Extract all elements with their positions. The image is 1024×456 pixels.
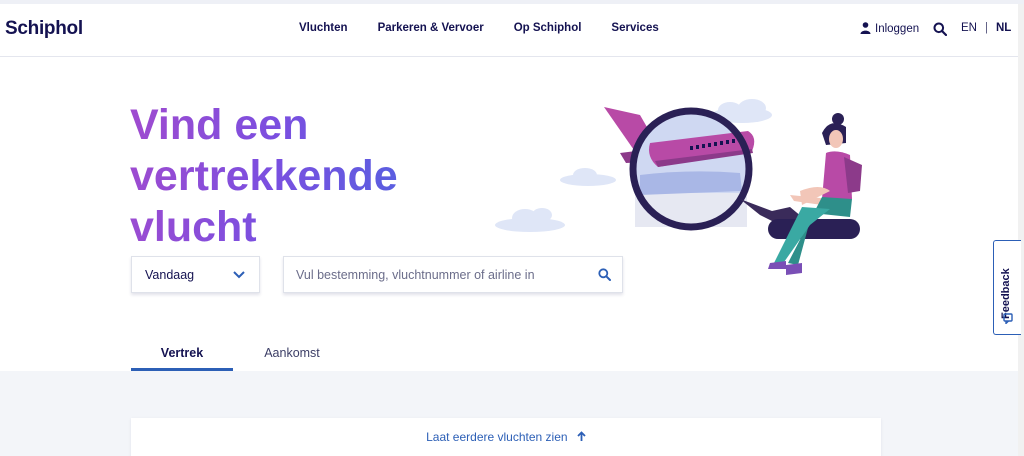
login-label: Inloggen xyxy=(875,22,920,35)
nav-item-parkeren-vervoer[interactable]: Parkeren & Vervoer xyxy=(378,22,484,34)
feedback-tab[interactable]: Feedback xyxy=(993,240,1021,335)
lang-separator: | xyxy=(984,22,988,34)
hero-title-line-3: vlucht xyxy=(130,203,257,251)
search-icon xyxy=(933,22,948,37)
earlier-flights-card: Laat eerdere vluchten zien xyxy=(131,418,881,456)
date-dropdown-value: Vandaag xyxy=(145,267,195,282)
site-header: Schiphol Vluchten Parkeren & Vervoer Op … xyxy=(0,4,1024,57)
schiphol-logo[interactable]: Schiphol xyxy=(5,18,83,40)
chevron-down-icon xyxy=(233,271,245,279)
arrow-up-icon xyxy=(577,431,586,441)
main-nav: Vluchten Parkeren & Vervoer Op Schiphol … xyxy=(299,22,689,34)
login-button[interactable]: Inloggen xyxy=(860,19,919,38)
magnifier-icon[interactable] xyxy=(598,268,611,281)
tab-vertrek[interactable]: Vertrek xyxy=(131,340,233,371)
flight-search-input[interactable] xyxy=(296,266,586,284)
page-scrollbar[interactable] xyxy=(1018,4,1024,456)
feedback-icon xyxy=(1003,313,1013,324)
show-earlier-flights-link[interactable]: Laat eerdere vluchten zien xyxy=(131,430,881,444)
earlier-flights-label: Laat eerdere vluchten zien xyxy=(426,430,568,444)
hero-title-line-1: Vind een xyxy=(130,101,309,149)
feedback-label: Feedback xyxy=(1000,268,1012,319)
hero-title-line-2: vertrekkende xyxy=(130,152,398,200)
tab-aankomst[interactable]: Aankomst xyxy=(233,340,351,371)
language-switcher: EN | NL xyxy=(961,22,1011,34)
header-search-button[interactable] xyxy=(933,21,949,37)
nav-item-op-schiphol[interactable]: Op Schiphol xyxy=(514,22,582,34)
nav-item-services[interactable]: Services xyxy=(611,22,658,34)
hero-title: Vind een vertrekkende vlucht xyxy=(130,100,450,253)
flight-tabs: Vertrek Aankomst xyxy=(131,340,351,371)
lang-nl[interactable]: NL xyxy=(996,22,1011,34)
lang-en[interactable]: EN xyxy=(961,22,977,34)
nav-item-vluchten[interactable]: Vluchten xyxy=(299,22,348,34)
person-icon xyxy=(860,19,871,38)
flight-search-field xyxy=(283,256,623,293)
date-dropdown[interactable]: Vandaag xyxy=(131,256,260,293)
